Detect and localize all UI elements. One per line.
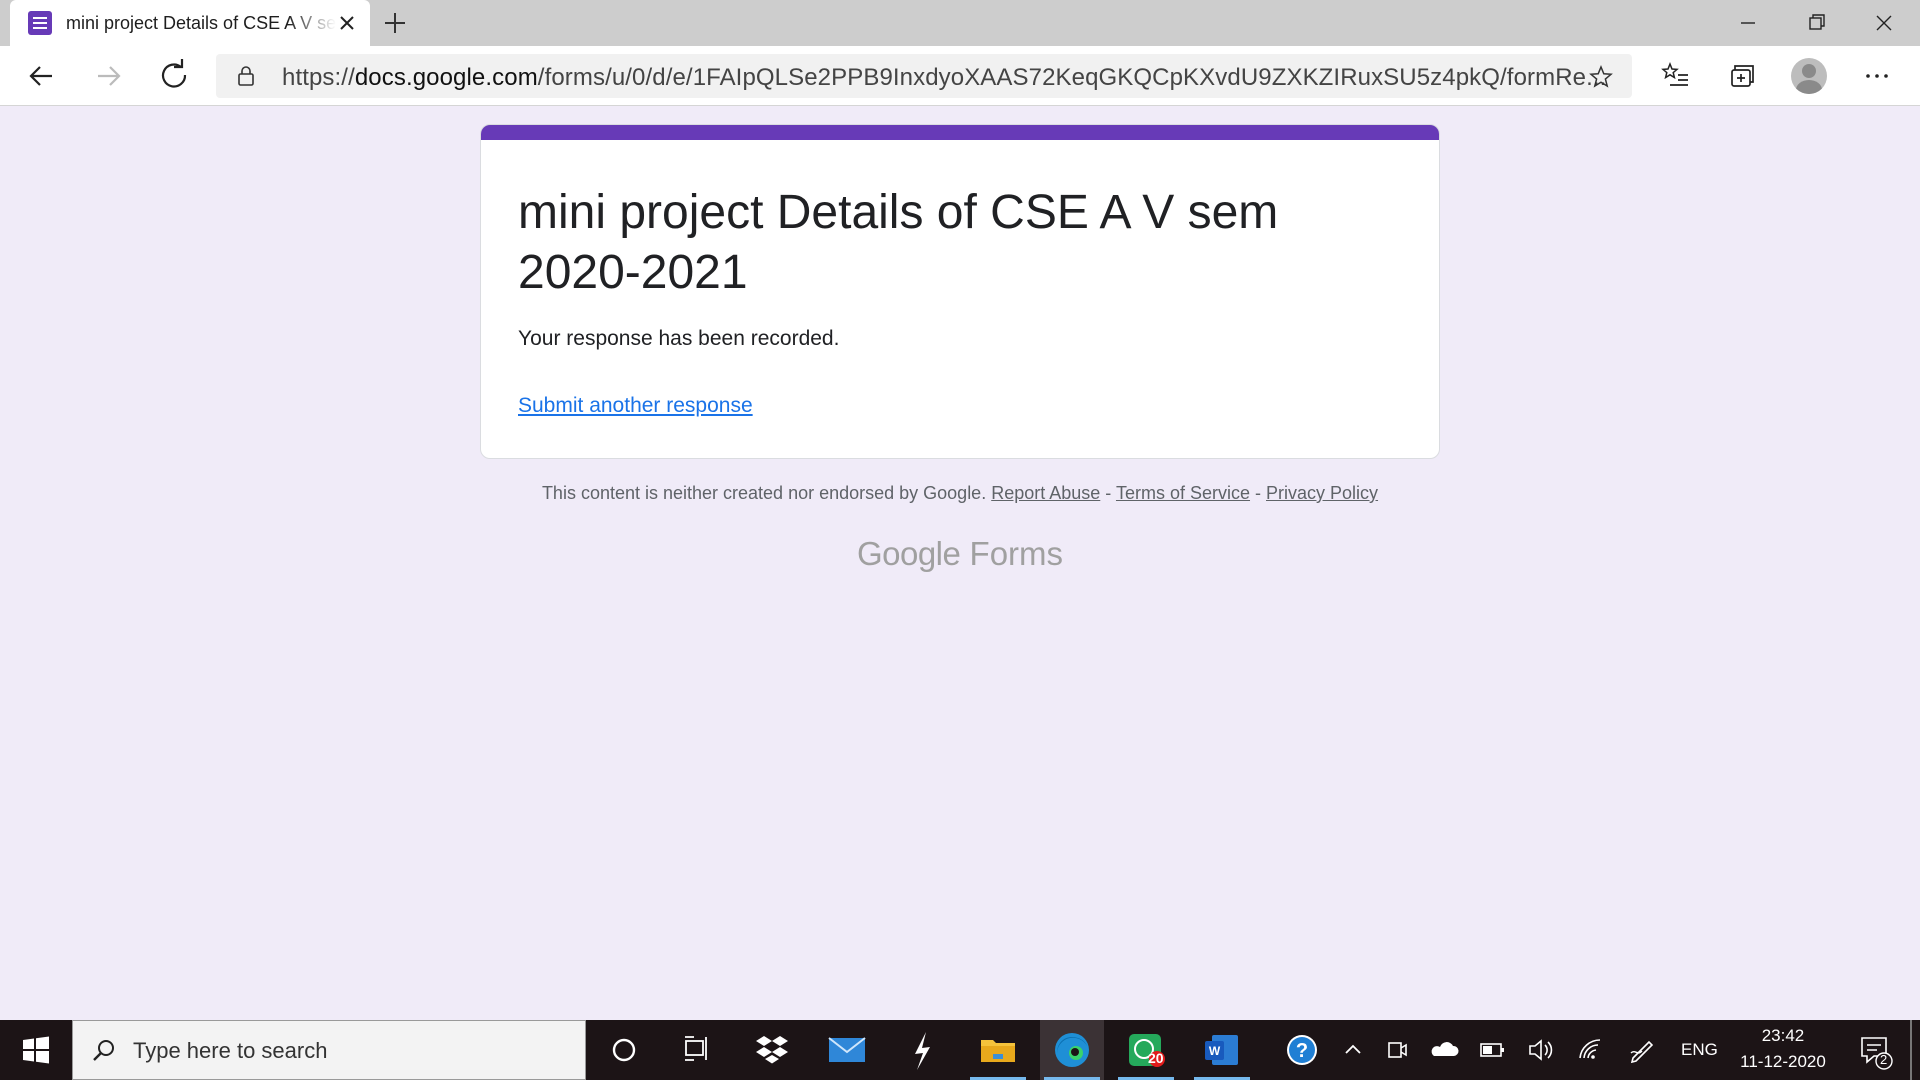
search-placeholder: Type here to search <box>133 1038 328 1063</box>
submit-another-response-link[interactable]: Submit another response <box>518 394 753 418</box>
form-footer: This content is neither created nor endo… <box>0 483 1920 504</box>
volume-icon[interactable] <box>1522 1020 1558 1080</box>
browser-tab[interactable]: mini project Details of CSE A V sem 2020… <box>10 0 370 46</box>
brand-forms: Forms <box>969 535 1064 572</box>
svg-text:?: ? <box>1296 1040 1308 1062</box>
edge-browser-icon <box>1055 1033 1089 1067</box>
clock-date[interactable]: 11-12-2020 <box>1730 1052 1836 1072</box>
form-confirmation-card: mini project Details of CSE A V sem 2020… <box>480 124 1440 459</box>
url-prefix: https:// <box>282 64 355 91</box>
google-forms-logo[interactable]: Google Forms <box>0 535 1920 573</box>
whatsapp-badge: 20 <box>1148 1050 1164 1066</box>
favorite-star-icon[interactable] <box>1588 64 1614 90</box>
profile-avatar[interactable] <box>1791 58 1827 94</box>
minimize-icon[interactable] <box>1714 0 1782 46</box>
url-bar[interactable]: https://docs.google.com/forms/u/0/d/e/1F… <box>216 54 1632 98</box>
windows-start-icon[interactable] <box>0 1020 72 1080</box>
url-text[interactable]: https://docs.google.com/forms/u/0/d/e/1F… <box>282 64 1606 92</box>
tab-strip: mini project Details of CSE A V sem 2020… <box>0 0 1920 46</box>
collections-icon[interactable] <box>1723 58 1759 94</box>
wifi-icon[interactable] <box>1571 1020 1607 1080</box>
clock-time[interactable]: 23:42 <box>1730 1026 1836 1046</box>
close-window-icon[interactable] <box>1850 0 1918 46</box>
folder-icon <box>981 1040 1015 1062</box>
cortana-icon[interactable] <box>592 1020 656 1080</box>
word-taskbar-button[interactable]: W <box>1190 1020 1254 1080</box>
whatsapp-taskbar-button[interactable]: 20 <box>1114 1020 1178 1080</box>
pen-workspace-icon[interactable] <box>1623 1020 1659 1080</box>
taskbar-search-box[interactable]: Type here to search <box>72 1020 586 1080</box>
restore-icon[interactable] <box>1782 0 1850 46</box>
action-center-button[interactable]: 2 <box>1852 1020 1898 1080</box>
response-recorded-message: Your response has been recorded. <box>518 327 840 350</box>
forward-arrow-icon[interactable] <box>88 56 128 96</box>
separator: - <box>1100 483 1116 503</box>
onedrive-cloud-icon[interactable] <box>1426 1020 1462 1080</box>
terms-of-service-link[interactable]: Terms of Service <box>1116 483 1250 503</box>
windows-taskbar: Type here to search 20 W ? ENG 23:42 11-… <box>0 1020 1920 1080</box>
mail-icon[interactable] <box>815 1020 879 1080</box>
dropbox-icon[interactable] <box>740 1020 804 1080</box>
new-tab-plus-icon[interactable] <box>380 8 410 38</box>
address-bar-row: https://docs.google.com/forms/u/0/d/e/1F… <box>0 46 1920 106</box>
brand-google: Google <box>856 535 961 572</box>
task-view-icon[interactable] <box>664 1020 728 1080</box>
app-lightning-icon[interactable] <box>890 1020 954 1080</box>
whatsapp-icon <box>1129 1034 1165 1067</box>
edge-taskbar-button[interactable] <box>1040 1020 1104 1080</box>
separator: - <box>1250 483 1267 503</box>
input-language[interactable]: ENG <box>1681 1040 1718 1060</box>
svg-text:W: W <box>1209 1044 1221 1058</box>
url-path: /forms/u/0/d/e/1FAIpQLSe2PPB9InxdyoXAAS7… <box>537 64 1607 91</box>
battery-icon[interactable] <box>1474 1020 1510 1080</box>
favorites-list-icon[interactable] <box>1657 58 1693 94</box>
disclaimer-text: This content is neither created nor endo… <box>541 483 987 503</box>
meet-now-icon[interactable] <box>1378 1020 1414 1080</box>
lock-icon[interactable] <box>234 64 258 88</box>
close-tab-icon[interactable] <box>334 10 360 36</box>
url-host: docs.google.com <box>354 64 538 91</box>
back-arrow-icon[interactable] <box>22 56 62 96</box>
notification-icon <box>1861 1037 1893 1070</box>
google-forms-favicon-icon <box>28 11 52 35</box>
privacy-policy-link[interactable]: Privacy Policy <box>1266 483 1378 503</box>
form-accent-bar <box>481 125 1439 140</box>
form-title: mini project Details of CSE A V sem 2020… <box>518 186 1279 299</box>
chevron-up-icon[interactable] <box>1335 1020 1371 1080</box>
more-options-icon[interactable] <box>1859 58 1895 94</box>
notification-count: 2 <box>1880 1052 1888 1067</box>
file-explorer-taskbar-button[interactable] <box>966 1020 1030 1080</box>
report-abuse-link[interactable]: Report Abuse <box>991 483 1100 503</box>
search-icon <box>93 1040 114 1061</box>
tab-title: mini project Details of CSE A V sem 2020… <box>66 13 336 33</box>
show-desktop-button[interactable] <box>1910 1020 1912 1080</box>
help-question-icon[interactable]: ? <box>1270 1020 1334 1080</box>
word-icon: W <box>1205 1035 1238 1065</box>
refresh-icon[interactable] <box>154 56 194 96</box>
